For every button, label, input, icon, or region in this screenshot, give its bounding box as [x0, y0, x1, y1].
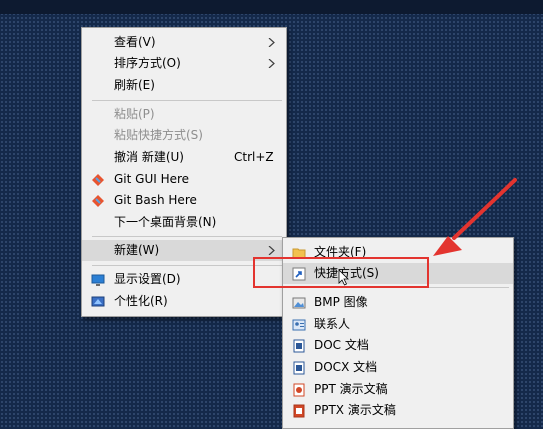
annotation-arrow [433, 178, 517, 256]
